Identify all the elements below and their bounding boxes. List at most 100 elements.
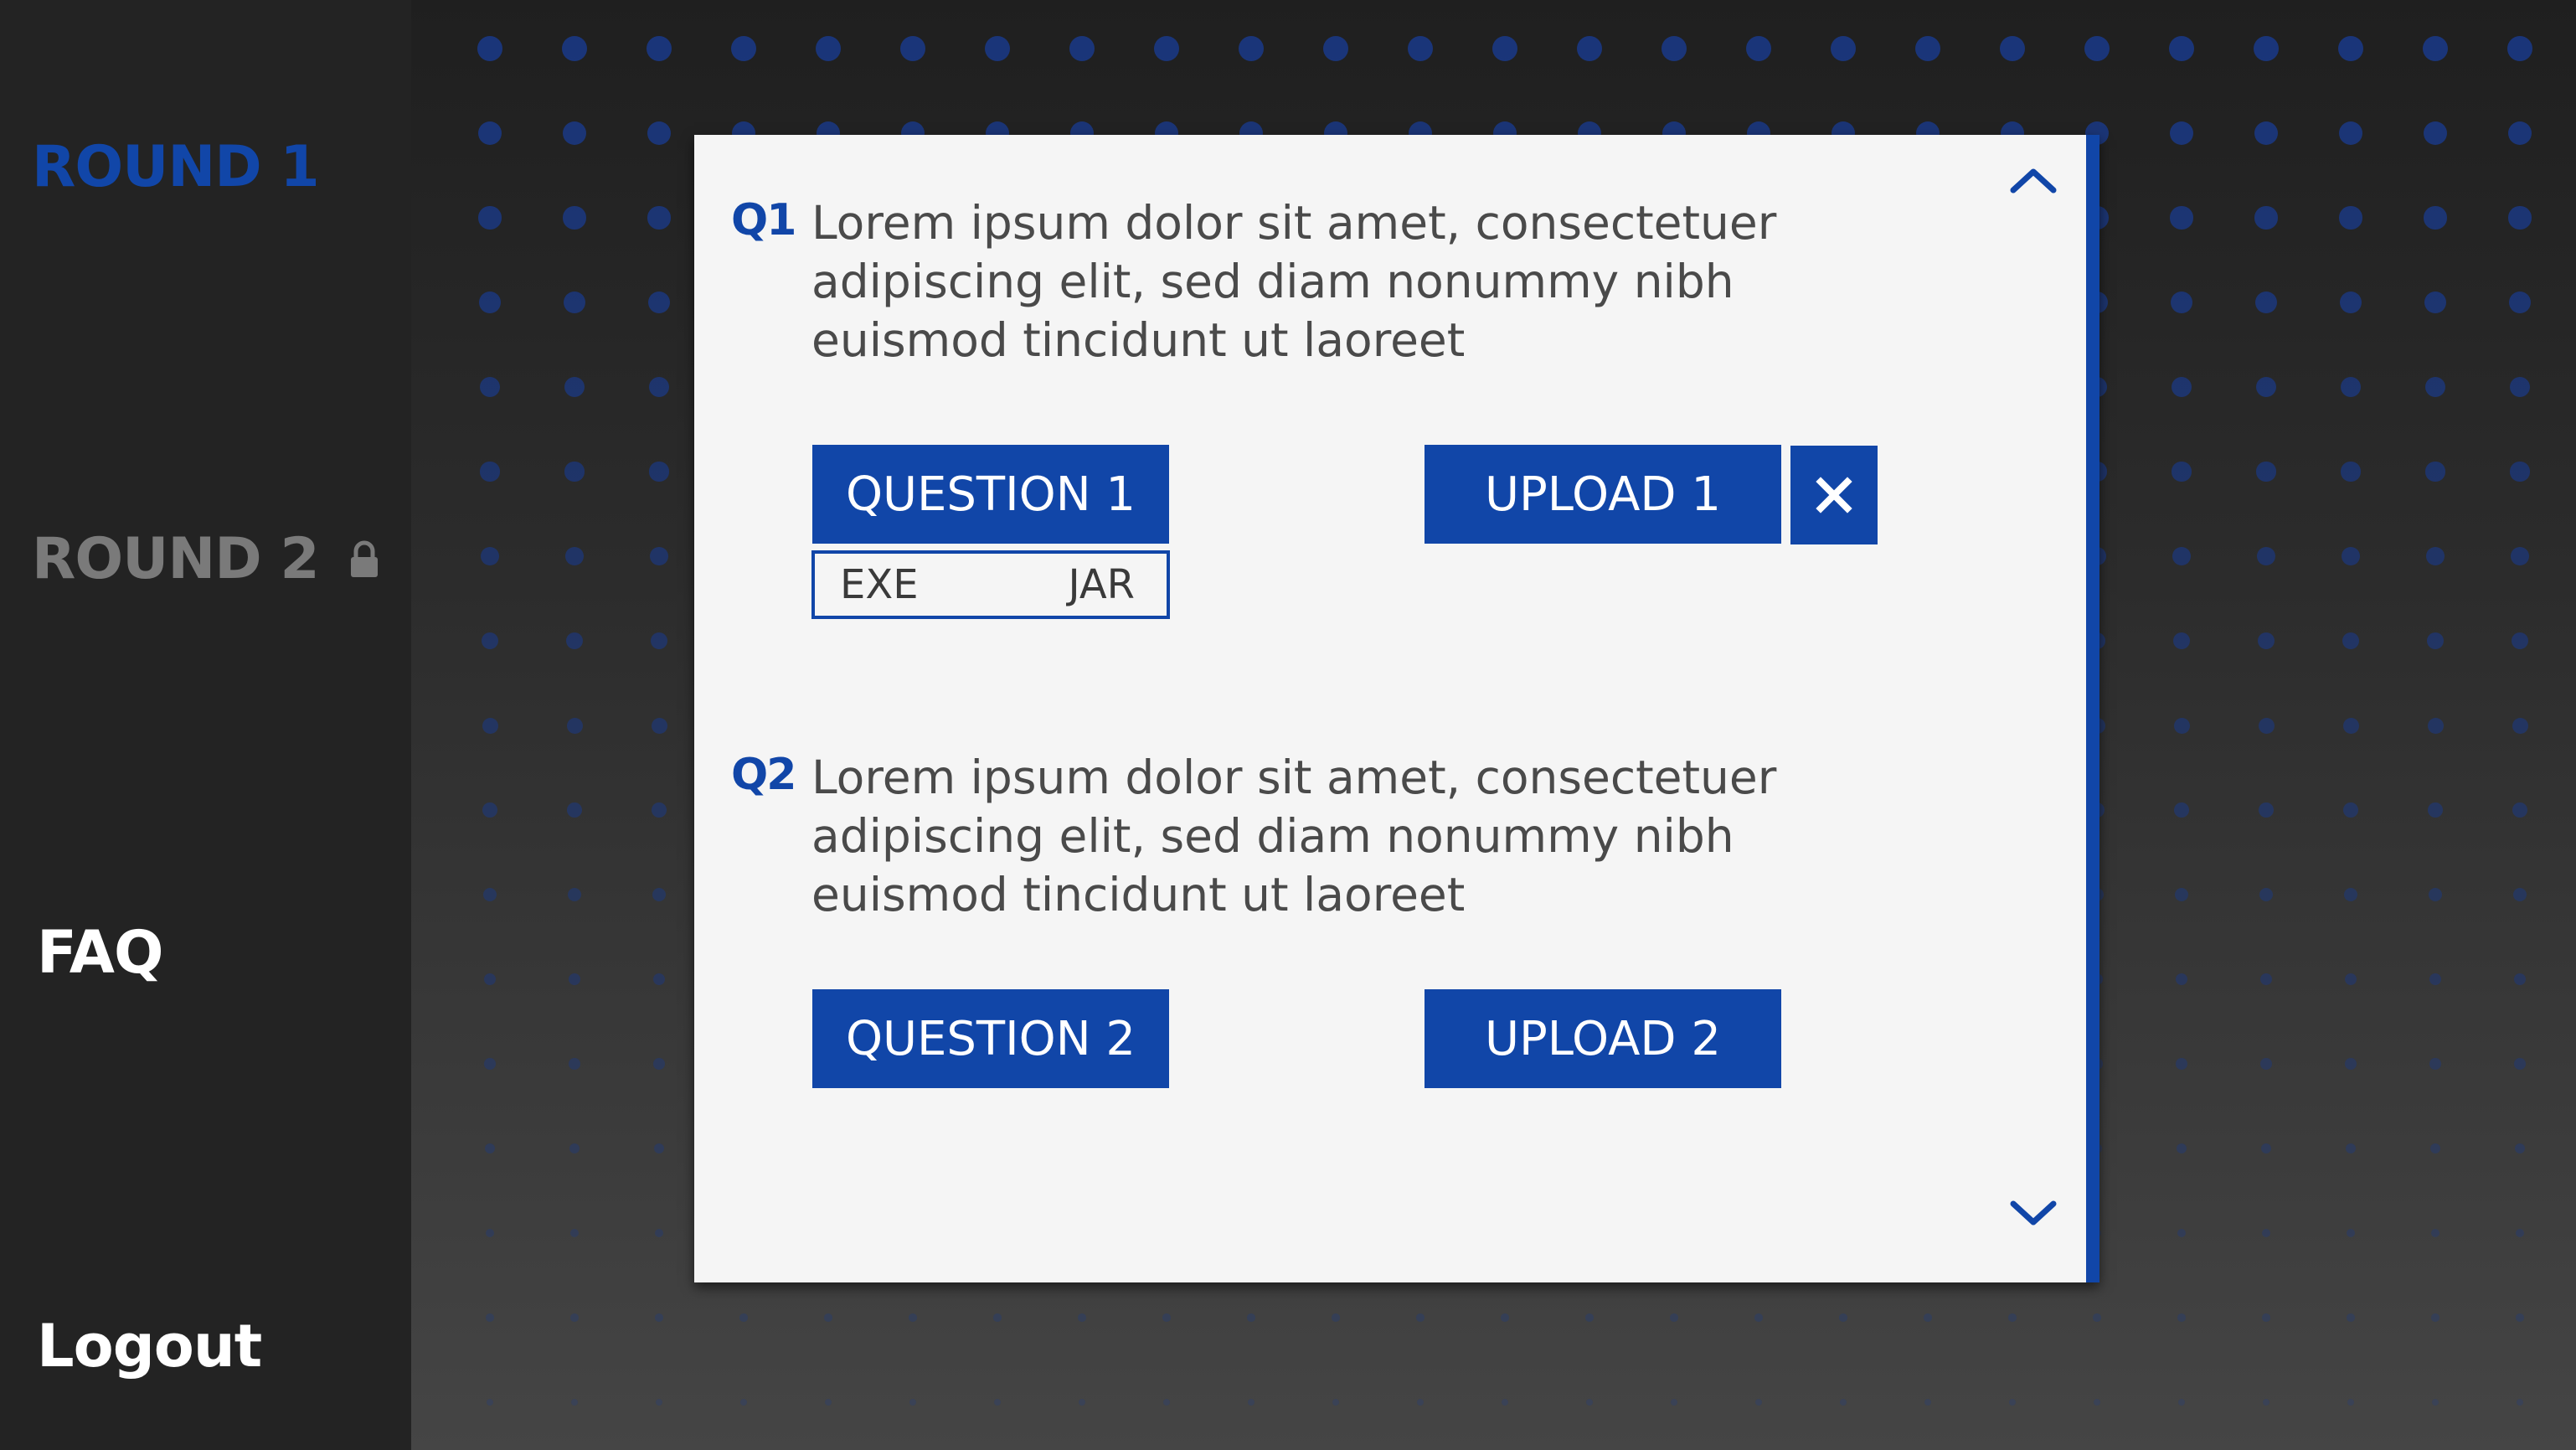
background-dot <box>570 1313 579 1322</box>
background-dot <box>2424 376 2446 398</box>
background-dot <box>569 1058 580 1070</box>
scrollbar[interactable] <box>2086 135 2099 1282</box>
background-dot <box>567 887 582 902</box>
upload-1-button[interactable]: UPLOAD 1 <box>1425 445 1781 544</box>
background-dot <box>2177 1313 2186 1322</box>
background-dot <box>2513 973 2527 986</box>
background-dot <box>650 547 668 565</box>
background-dot <box>652 887 667 902</box>
background-dot <box>2084 36 2110 61</box>
background-dot <box>2174 887 2189 902</box>
background-dot <box>2169 36 2194 61</box>
background-dot <box>1162 1313 1171 1322</box>
background-dot <box>909 1399 916 1406</box>
question-text: Lorem ipsum dolor sit amet, consectetuer… <box>811 751 1777 921</box>
background-dot <box>565 547 584 565</box>
background-dot <box>2429 1058 2441 1070</box>
background-dot <box>2344 973 2357 986</box>
background-dot <box>2262 1313 2270 1322</box>
background-dot <box>739 1313 748 1322</box>
sidebar-item-round-2[interactable]: ROUND 2 <box>32 526 379 592</box>
background-dot <box>2511 547 2529 565</box>
background-dot <box>480 462 500 482</box>
background-dot <box>2515 1228 2525 1238</box>
question-1-button[interactable]: QUESTION 1 <box>812 445 1169 544</box>
background-dot <box>2509 292 2531 313</box>
background-dot <box>647 36 672 61</box>
background-dot <box>477 121 502 146</box>
background-dot <box>2338 121 2363 146</box>
background-dot <box>653 1058 665 1070</box>
background-dot <box>2342 717 2359 734</box>
background-dot <box>2516 1313 2524 1322</box>
question-text: Lorem ipsum dolor sit amet, consectetuer… <box>811 196 1777 367</box>
chevron-up-icon[interactable] <box>2007 163 2060 197</box>
background-dot <box>2346 1228 2356 1238</box>
background-dot <box>993 1313 1002 1322</box>
background-dot <box>2257 547 2275 565</box>
background-dot <box>2432 1399 2439 1406</box>
background-dot <box>1078 1313 1086 1322</box>
background-dot <box>479 292 501 313</box>
question-number: Q2 <box>731 750 796 800</box>
sidebar-item-round-1[interactable]: ROUND 1 <box>32 134 320 200</box>
background-dot <box>2259 887 2274 902</box>
background-dot <box>2259 973 2273 986</box>
background-dot <box>2172 632 2191 650</box>
background-dot <box>2261 1228 2271 1238</box>
file-type-jar[interactable]: JAR <box>1069 561 1136 608</box>
background-dot <box>565 632 584 650</box>
file-type-exe[interactable]: EXE <box>840 561 919 608</box>
background-dot <box>2176 1058 2187 1070</box>
chevron-down-icon[interactable] <box>2007 1197 2060 1231</box>
background-dot <box>2176 1143 2187 1154</box>
background-dot <box>2260 1058 2272 1070</box>
background-dot <box>2342 547 2360 565</box>
background-dot <box>2254 36 2279 61</box>
background-dot <box>2508 206 2532 230</box>
background-dot <box>1915 36 1940 61</box>
background-dot <box>1670 1313 1678 1322</box>
background-dot <box>564 292 585 313</box>
background-dot <box>2177 1228 2187 1238</box>
background-dot <box>485 1228 495 1238</box>
background-dot <box>2512 717 2528 734</box>
background-dot <box>564 462 585 482</box>
upload-2-button[interactable]: UPLOAD 2 <box>1425 989 1781 1088</box>
background-dot <box>2174 802 2189 818</box>
background-dot <box>2426 547 2445 565</box>
background-dot <box>648 292 670 313</box>
background-dot <box>2347 1313 2355 1322</box>
background-dot <box>2340 376 2362 398</box>
remove-upload-button[interactable] <box>1790 446 1878 544</box>
background-dot <box>1755 1399 1762 1406</box>
background-dot <box>1586 1399 1593 1406</box>
sidebar-item-faq[interactable]: FAQ <box>37 918 163 987</box>
background-dot <box>1840 1399 1847 1406</box>
background-dot <box>478 206 502 230</box>
background-dot <box>2424 206 2447 230</box>
background-dot <box>2510 462 2530 482</box>
background-dot <box>1662 36 1687 61</box>
background-dot <box>2345 1143 2357 1154</box>
background-dot <box>2341 462 2361 482</box>
background-dot <box>1323 36 1348 61</box>
sidebar-item-label: ROUND 1 <box>32 134 320 200</box>
sidebar-item-label: ROUND 2 <box>32 526 320 592</box>
background-dot <box>2338 36 2363 61</box>
background-dot <box>482 802 497 818</box>
background-dot <box>816 36 841 61</box>
sidebar-item-label: Logout <box>37 1312 262 1380</box>
question-2-button[interactable]: QUESTION 2 <box>812 989 1169 1088</box>
background-dot <box>2514 1058 2526 1070</box>
background-dot <box>2339 206 2362 230</box>
background-dot <box>2255 292 2277 313</box>
background-dot <box>481 547 499 565</box>
background-dot <box>1585 1313 1594 1322</box>
sidebar-item-logout[interactable]: Logout <box>37 1312 262 1380</box>
questions-panel: Q1 Lorem ipsum dolor sit amet, consectet… <box>694 135 2099 1282</box>
background-dot <box>2426 632 2445 650</box>
background-dot <box>2254 121 2279 146</box>
background-dot <box>483 973 497 986</box>
background-dot <box>2428 887 2443 902</box>
